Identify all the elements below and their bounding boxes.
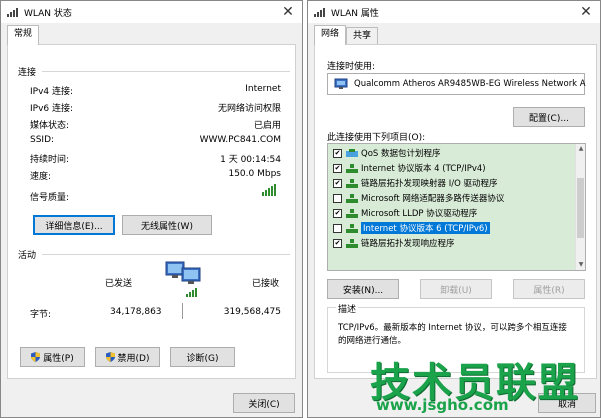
wifi-signal-icon [314,7,325,17]
network-service-icon [346,148,358,158]
wireless-properties-button[interactable]: 无线属性(W) [122,215,212,235]
item-properties-button[interactable]: 属性(R) [513,279,585,299]
network-adapter-icon [334,78,348,90]
bytes-received-value: 319,568,475 [223,307,281,317]
section-divider [42,71,290,72]
properties-button-label: 属性(P) [43,353,74,364]
scroll-up-icon[interactable]: ▲ [576,144,585,154]
disable-button-label: 禁用(D) [117,353,150,364]
duration-label: 持续时间: [30,155,70,165]
tab-sharing[interactable]: 共享 [346,27,379,45]
speed-value: 150.0 Mbps [228,169,281,179]
tab-strip: 常规 [7,25,40,45]
list-item-label: Microsoft LLDP 协议驱动程序 [361,209,478,219]
list-item-selected[interactable]: Internet 协议版本 6 (TCP/IPv6) [328,221,575,235]
ipv4-label: IPv4 连接: [30,87,74,97]
items-label: 此连接使用下列项目(O): [327,133,426,143]
uninstall-button[interactable]: 卸载(U) [420,279,492,299]
protocol-icon [346,238,358,248]
media-state-value: 已启用 [253,121,281,131]
protocol-icon [346,163,358,173]
connection-section-label: 连接 [18,68,37,78]
shield-icon [105,352,115,362]
bytes-label: 字节: [30,310,52,320]
components-list-body: QoS 数据包计划程序 Internet 协议版本 4 (TCP/IPv4) 链… [328,144,575,270]
list-item-label: 链路层拓扑发现映射器 I/O 驱动程序 [361,179,498,189]
scroll-down-icon[interactable]: ▼ [576,260,585,270]
network-activity-icon [162,258,206,298]
list-item[interactable]: QoS 数据包计划程序 [328,146,575,160]
protocol-icon [346,193,358,203]
close-icon[interactable]: ✕ [578,4,594,20]
disable-button[interactable]: 禁用(D) [95,347,160,367]
properties-button[interactable]: 属性(P) [20,347,85,367]
list-item[interactable]: 链路层拓扑发现响应程序 [328,236,575,250]
list-item-label: QoS 数据包计划程序 [361,149,441,159]
scroll-thumb[interactable] [577,178,584,238]
bytes-sent-value: 34,178,863 [110,307,162,317]
checkbox[interactable] [333,193,342,203]
list-item[interactable]: 链路层拓扑发现映射器 I/O 驱动程序 [328,176,575,190]
speed-label: 速度: [30,172,52,182]
install-button[interactable]: 安装(N)... [327,279,399,299]
close-button[interactable]: 关闭(C) [233,393,295,413]
details-button[interactable]: 详细信息(E)... [33,215,115,235]
diagnose-button[interactable]: 诊断(G) [170,347,235,367]
activity-divider [182,303,183,319]
title-bar: WLAN 状态 ✕ [1,1,302,23]
list-item-label: 链路层拓扑发现响应程序 [361,239,455,249]
sent-label: 已发送 [105,279,133,289]
list-item-label: Microsoft 网络适配器多路传送器协议 [361,194,505,204]
ipv6-label: IPv6 连接: [30,104,74,114]
checkbox[interactable] [333,223,342,233]
list-item[interactable]: Microsoft LLDP 协议驱动程序 [328,206,575,220]
tab-strip: 网络 共享 [314,25,379,45]
window-title: WLAN 状态 [24,8,72,19]
ssid-value: WWW.PC841.COM [199,135,281,145]
list-scrollbar[interactable]: ▲ ▼ [575,144,585,270]
adapter-name: Qualcomm Atheros AR9485WB-EG Wireless Ne… [354,79,586,89]
protocol-icon [346,223,358,233]
description-label: 描述 [336,302,359,315]
list-item-label: Internet 协议版本 4 (TCP/IPv4) [361,164,486,174]
protocol-icon [346,178,358,188]
tab-general[interactable]: 常规 [7,25,40,45]
ssid-label: SSID: [30,135,55,145]
watermark-logo: 技术员联盟 www.jsgho.com [370,350,600,418]
checkbox[interactable] [333,238,342,248]
shield-icon [31,352,41,362]
components-list: QoS 数据包计划程序 Internet 协议版本 4 (TCP/IPv4) 链… [327,143,586,271]
checkbox[interactable] [333,208,342,218]
media-state-label: 媒体状态: [30,121,70,131]
watermark-url: www.jsgho.com [376,396,509,414]
received-label: 已接收 [252,279,280,289]
tab-network[interactable]: 网络 [314,25,347,45]
window-title: WLAN 属性 [331,8,379,19]
signal-quality-label: 信号质量: [30,193,70,203]
ipv6-value: 无网络访问权限 [217,104,281,114]
section-divider [42,254,290,255]
duration-value: 1 天 00:14:54 [220,155,281,165]
network-panel: 连接时使用: Qualcomm Atheros AR9485WB-EG Wire… [314,44,597,379]
title-bar: WLAN 属性 ✕ [308,1,600,23]
protocol-icon [346,208,358,218]
signal-strength-icon [262,184,276,196]
wlan-status-window: WLAN 状态 ✕ 常规 连接 IPv4 连接: Internet IPv6 连… [0,0,303,418]
general-panel: 连接 IPv4 连接: Internet IPv6 连接: 无网络访问权限 媒体… [7,44,296,379]
list-item[interactable]: Internet 协议版本 4 (TCP/IPv4) [328,161,575,175]
activity-section-label: 活动 [18,251,37,261]
adapter-field: Qualcomm Atheros AR9485WB-EG Wireless Ne… [327,73,586,95]
configure-button[interactable]: 配置(C)... [513,107,585,127]
list-item-label: Internet 协议版本 6 (TCP/IPv6) [361,222,490,234]
checkbox[interactable] [333,178,342,188]
checkbox[interactable] [333,163,342,173]
close-icon[interactable]: ✕ [280,4,296,20]
checkbox[interactable] [333,148,342,158]
ipv4-value: Internet [245,84,281,94]
description-text: TCP/IPv6。最新版本的 Internet 协议，可以跨多个相互连接的网络进… [338,323,567,346]
connect-using-label: 连接时使用: [327,62,376,72]
wifi-signal-icon [7,7,18,17]
list-item[interactable]: Microsoft 网络适配器多路传送器协议 [328,191,575,205]
